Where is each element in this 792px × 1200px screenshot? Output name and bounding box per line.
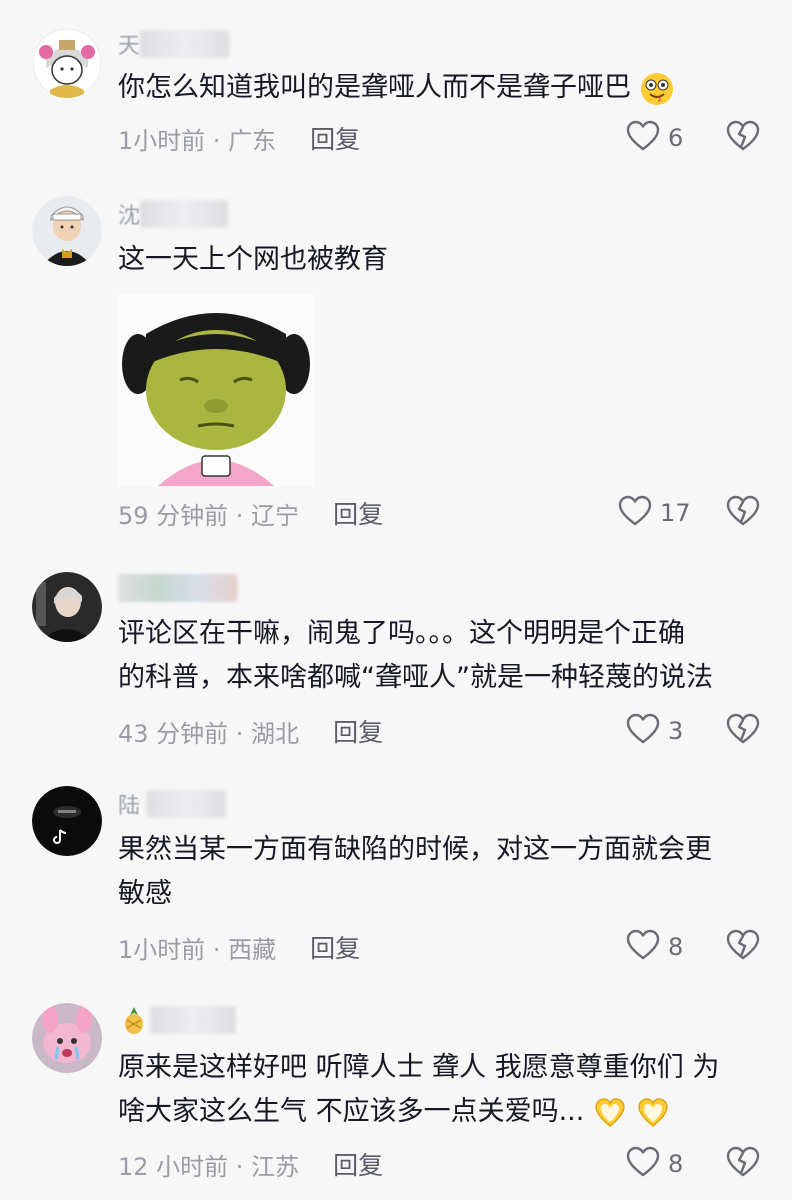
like-count: 8 xyxy=(668,933,684,961)
username-blurred[interactable] xyxy=(118,574,238,602)
dislike-button[interactable] xyxy=(726,713,760,749)
comment-text: 这一天上个网也被教育 xyxy=(118,244,388,275)
comment-text: 原来是这样好吧 听障人士 聋人 我愿意尊重你们 为 啥大家这么生气 不应该多一点… xyxy=(118,1046,768,1134)
heart-icon xyxy=(618,495,652,531)
avatar[interactable] xyxy=(32,1003,102,1073)
reply-button[interactable]: 回复 xyxy=(310,120,360,156)
username-blurred xyxy=(140,200,228,228)
comment-meta: 1小时前 · 西藏 回复 xyxy=(118,929,360,965)
username-blurred xyxy=(140,30,230,58)
drooling-face-emoji xyxy=(640,72,674,106)
reply-button[interactable]: 回复 xyxy=(310,929,360,965)
dislike-button[interactable] xyxy=(726,929,760,965)
comment-meta: 43 分钟前 · 湖北 回复 xyxy=(118,713,383,749)
comment-text: 评论区在干嘛，闹鬼了吗。。。这个明明是个正确 的科普，本来啥都喊“聋哑人”就是一… xyxy=(118,618,713,693)
time-location: 43 分钟前 · 湖北 xyxy=(118,719,300,748)
username-blurred[interactable] xyxy=(150,1006,236,1034)
heart-icon xyxy=(626,929,660,965)
avatar[interactable] xyxy=(32,28,102,98)
comment-meta: 1小时前 · 广东 回复 xyxy=(118,120,360,156)
like-count: 6 xyxy=(668,124,684,152)
time-location: 1小时前 · 广东 xyxy=(118,126,277,155)
like-button[interactable]: 17 xyxy=(618,495,691,531)
time-location: 12 小时前 · 江苏 xyxy=(118,1152,300,1181)
reply-button[interactable]: 回复 xyxy=(333,713,383,749)
reply-button[interactable]: 回复 xyxy=(333,1146,383,1182)
username[interactable]: 天 xyxy=(118,28,140,60)
time-location: 59 分钟前 · 辽宁 xyxy=(118,501,300,530)
comment-meta: 59 分钟前 · 辽宁 回复 xyxy=(118,495,383,531)
dislike-button[interactable] xyxy=(726,120,760,156)
comment-text: 果然当某一方面有缺陷的时候，对这一方面就会更 敏感 xyxy=(118,834,712,909)
username-blurred xyxy=(146,790,226,818)
reply-button[interactable]: 回复 xyxy=(333,495,383,531)
time-location: 1小时前 · 西藏 xyxy=(118,935,277,964)
username[interactable]: 陆 xyxy=(118,788,140,820)
avatar[interactable] xyxy=(32,572,102,642)
avatar[interactable] xyxy=(32,196,102,266)
broken-heart-icon xyxy=(726,713,760,749)
username[interactable]: 沈 xyxy=(118,198,140,230)
comment-meta: 12 小时前 · 江苏 回复 xyxy=(118,1146,383,1182)
avatar[interactable] xyxy=(32,786,102,856)
heart-hands-emoji xyxy=(593,1096,627,1130)
pineapple-icon xyxy=(120,1005,148,1039)
heart-hands-emoji xyxy=(636,1096,670,1130)
dislike-button[interactable] xyxy=(726,495,760,531)
broken-heart-icon xyxy=(726,120,760,156)
like-count: 3 xyxy=(668,717,684,745)
like-button[interactable]: 3 xyxy=(626,713,683,749)
like-count: 8 xyxy=(668,1150,684,1178)
yellow-girl-meme-sticker[interactable] xyxy=(118,294,314,486)
like-count: 17 xyxy=(660,499,691,527)
like-button[interactable]: 8 xyxy=(626,929,683,965)
like-button[interactable]: 8 xyxy=(626,1146,683,1182)
broken-heart-icon xyxy=(726,1146,760,1182)
comment-text: 你怎么知道我叫的是聋哑人而不是聋子哑巴 xyxy=(118,66,768,110)
broken-heart-icon xyxy=(726,495,760,531)
heart-icon xyxy=(626,713,660,749)
broken-heart-icon xyxy=(726,929,760,965)
heart-icon xyxy=(626,120,660,156)
heart-icon xyxy=(626,1146,660,1182)
like-button[interactable]: 6 xyxy=(626,120,683,156)
dislike-button[interactable] xyxy=(726,1146,760,1182)
